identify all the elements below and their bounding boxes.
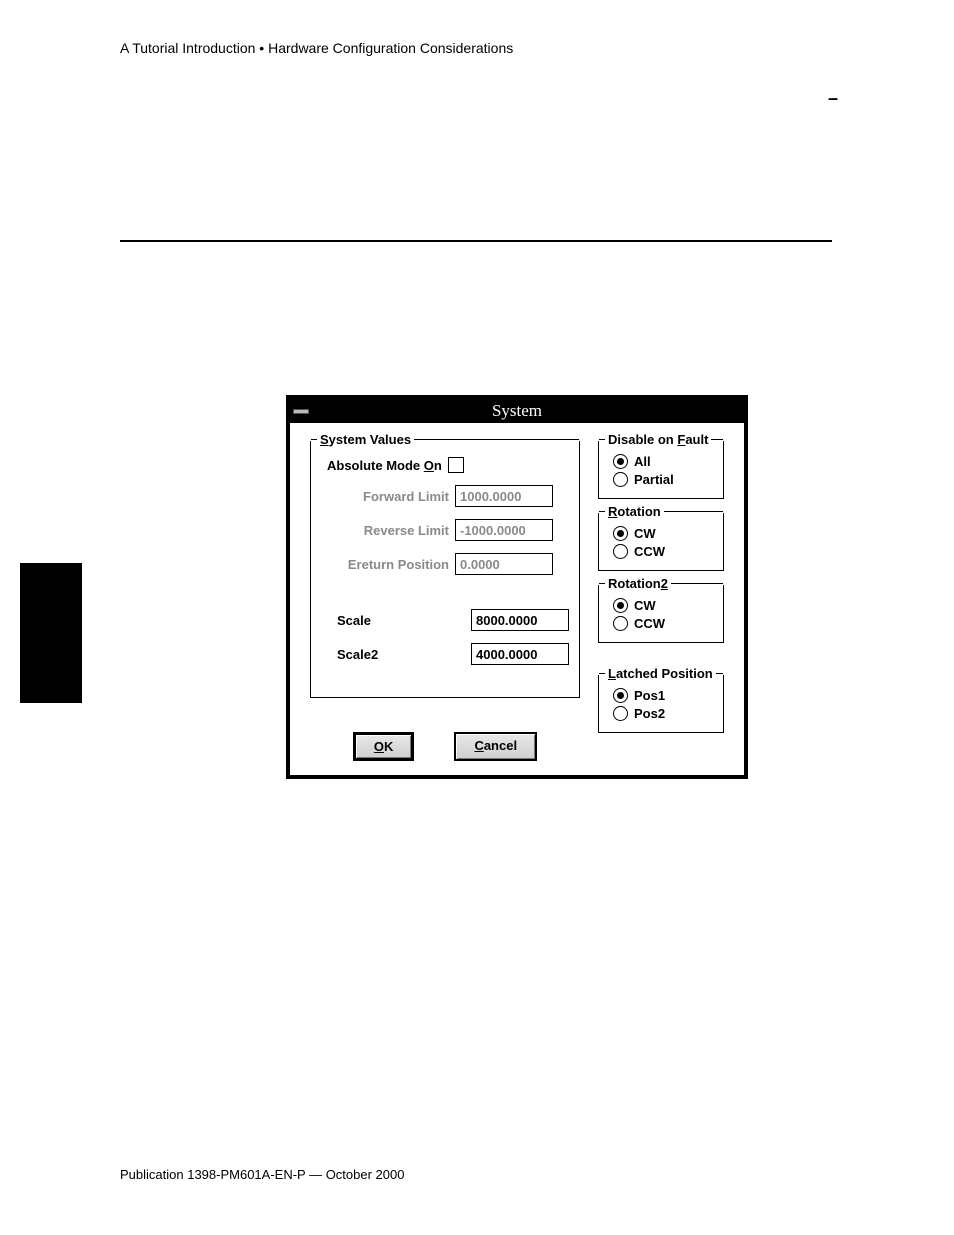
disable-on-fault-legend: Disable on Fault	[605, 432, 711, 447]
rotation-ccw-radio[interactable]: CCW	[613, 544, 717, 559]
system-values-legend: System Values	[317, 432, 414, 447]
fault-partial-radio[interactable]: Partial	[613, 472, 717, 487]
absolute-mode-checkbox[interactable]	[448, 457, 464, 473]
absolute-mode-row: Absolute Mode On	[327, 457, 569, 473]
system-dialog: System System Values Absolute Mode On Fo…	[286, 395, 748, 779]
scale-label: Scale	[321, 613, 471, 628]
rotation-group: Rotation CW CCW	[598, 513, 724, 571]
scale2-label: Scale2	[321, 647, 471, 662]
system-menu-icon[interactable]	[290, 400, 312, 422]
latched-position-group: Latched Position Pos1 Pos2	[598, 675, 724, 733]
forward-limit-label: Forward Limit	[321, 489, 455, 504]
page-dash: –	[828, 88, 838, 109]
absolute-mode-label: Absolute Mode On	[327, 458, 442, 473]
forward-limit-input[interactable]	[455, 485, 553, 507]
latched-position-legend: Latched Position	[605, 666, 716, 681]
cancel-button[interactable]: Cancel	[454, 732, 537, 761]
rotation2-group: Rotation2 CW CCW	[598, 585, 724, 643]
rotation2-legend: Rotation2	[605, 576, 671, 591]
rotation-cw-radio[interactable]: CW	[613, 526, 717, 541]
dialog-title: System	[312, 401, 744, 421]
side-tab	[20, 563, 82, 703]
rotation2-cw-radio[interactable]: CW	[613, 598, 717, 613]
scale2-input[interactable]	[471, 643, 569, 665]
page-header: A Tutorial Introduction • Hardware Confi…	[120, 40, 513, 56]
ok-button[interactable]: OK	[353, 732, 415, 761]
system-values-group: System Values Absolute Mode On Forward L…	[310, 441, 580, 698]
horizontal-rule	[120, 240, 832, 242]
reverse-limit-input[interactable]	[455, 519, 553, 541]
reverse-limit-label: Reverse Limit	[321, 523, 455, 538]
page-footer: Publication 1398-PM601A-EN-P — October 2…	[120, 1167, 404, 1182]
disable-on-fault-group: Disable on Fault All Partial	[598, 441, 724, 499]
latched-pos1-radio[interactable]: Pos1	[613, 688, 717, 703]
scale-input[interactable]	[471, 609, 569, 631]
titlebar: System	[290, 399, 744, 423]
latched-pos2-radio[interactable]: Pos2	[613, 706, 717, 721]
ereturn-position-label: Ereturn Position	[321, 557, 455, 572]
rotation2-ccw-radio[interactable]: CCW	[613, 616, 717, 631]
fault-all-radio[interactable]: All	[613, 454, 717, 469]
ereturn-position-input[interactable]	[455, 553, 553, 575]
rotation-legend: Rotation	[605, 504, 664, 519]
